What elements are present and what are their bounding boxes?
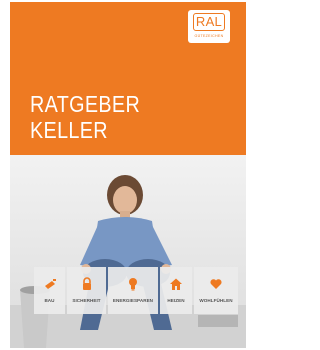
trowel-icon — [44, 279, 56, 289]
ral-mark: RAL — [193, 13, 225, 31]
ral-subline: GÜTEZEICHEN — [194, 34, 224, 38]
category-label: ENERGIESPAREN — [112, 298, 154, 303]
category-energiesparen: ENERGIESPAREN — [108, 267, 158, 314]
category-label: SICHERHEIT — [72, 298, 101, 303]
house-icon — [170, 278, 182, 290]
category-wohlfuehlen: WOHLFÜHLEN — [194, 267, 238, 314]
cover-photo — [10, 155, 246, 348]
lightbulb-icon — [129, 278, 137, 291]
category-icon-bar: BAU SICHERHEIT ENERGIESPAREN HEIZEN WOHL… — [34, 267, 238, 314]
cover-title-line-2: KELLER — [30, 117, 108, 143]
ral-logo: RAL GÜTEZEICHEN — [188, 10, 230, 43]
category-label: HEIZEN — [167, 298, 185, 303]
category-bau: BAU — [34, 267, 65, 314]
padlock-icon — [82, 277, 91, 290]
category-sicherheit: SICHERHEIT — [67, 267, 106, 314]
brochure-cover: RAL GÜTEZEICHEN RATGEBER KELLER BAU SICH… — [10, 2, 246, 348]
heart-icon — [210, 279, 222, 289]
category-heizen: HEIZEN — [160, 267, 192, 314]
category-label: BAU — [44, 298, 55, 303]
cover-title-line-1: RATGEBER — [30, 91, 141, 117]
category-label: WOHLFÜHLEN — [199, 298, 233, 303]
